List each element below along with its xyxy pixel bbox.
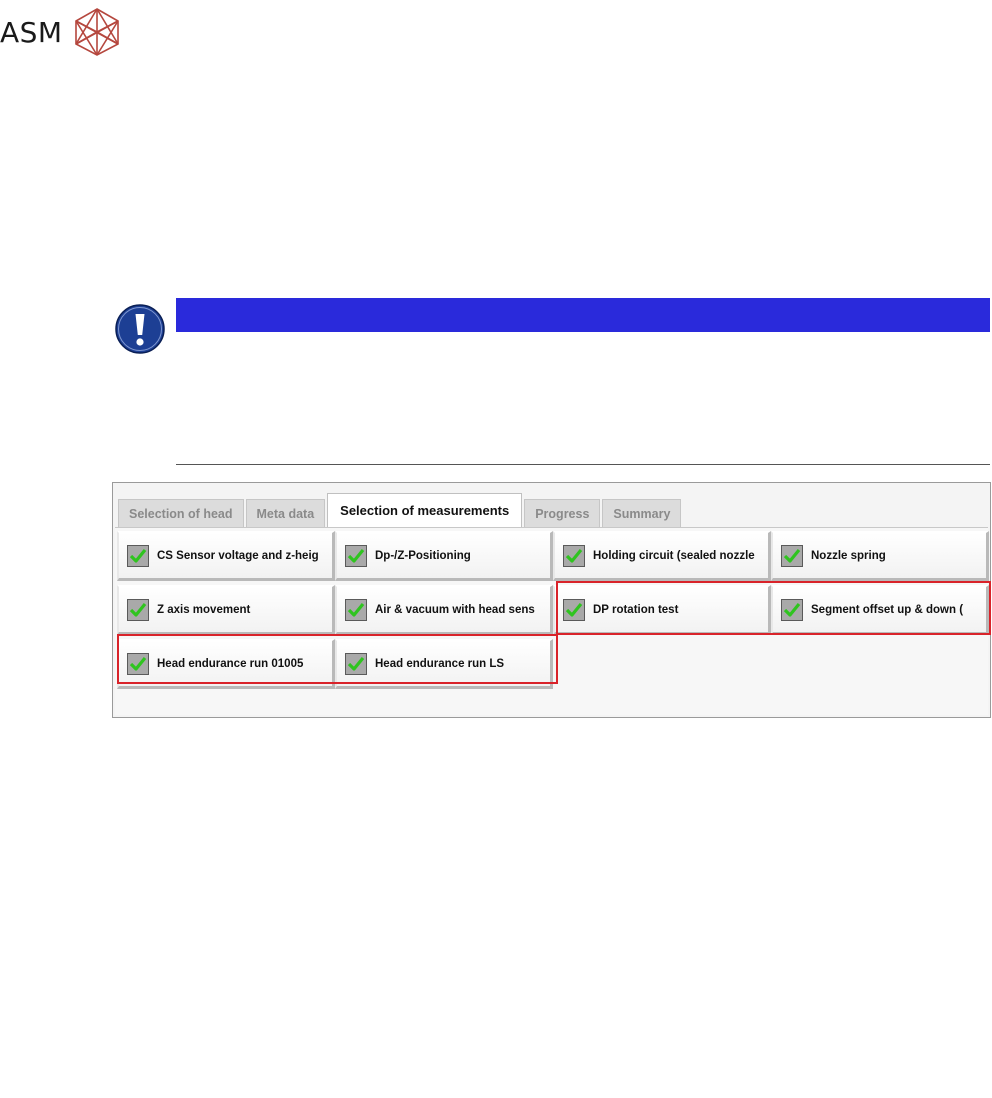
measurement-air-vacuum[interactable]: Air & vacuum with head sens bbox=[335, 585, 553, 635]
measurement-nozzle-spring[interactable]: Nozzle spring bbox=[771, 531, 989, 581]
tab-selection-of-measurements[interactable]: Selection of measurements bbox=[327, 493, 523, 527]
measurement-holding-circuit[interactable]: Holding circuit (sealed nozzle bbox=[553, 531, 771, 581]
notice-divider bbox=[176, 464, 990, 465]
measurement-dp-rotation-test[interactable]: DP rotation test bbox=[553, 585, 771, 635]
measurement-label: Nozzle spring bbox=[811, 549, 886, 562]
exclamation-icon bbox=[115, 304, 165, 354]
checkbox-checked-icon[interactable] bbox=[127, 544, 149, 567]
tab-bar: Selection of head Meta data Selection of… bbox=[118, 493, 683, 527]
checkbox-checked-icon[interactable] bbox=[345, 544, 367, 567]
measurement-label: Z axis movement bbox=[157, 603, 251, 616]
tab-selection-of-head[interactable]: Selection of head bbox=[118, 499, 244, 527]
checkbox-checked-icon[interactable] bbox=[563, 598, 585, 621]
checkbox-checked-icon[interactable] bbox=[345, 652, 367, 675]
asm-logo: ASM bbox=[0, 6, 121, 58]
measurement-label: Holding circuit (sealed nozzle bbox=[593, 549, 755, 562]
measurements-grid: CS Sensor voltage and z-heig Dp-/Z-Posit… bbox=[117, 529, 989, 691]
checkbox-checked-icon[interactable] bbox=[127, 652, 149, 675]
measurement-label: Head endurance run LS bbox=[375, 657, 505, 670]
measurement-label: DP rotation test bbox=[593, 603, 679, 616]
measurement-segment-offset[interactable]: Segment offset up & down ( bbox=[771, 585, 989, 635]
logo-text: ASM bbox=[0, 15, 63, 49]
tab-meta-data[interactable]: Meta data bbox=[245, 499, 326, 527]
notice-bar bbox=[176, 298, 990, 332]
measurement-label: CS Sensor voltage and z-heig bbox=[157, 549, 319, 562]
tab-summary[interactable]: Summary bbox=[602, 499, 682, 527]
measurement-dp-z-positioning[interactable]: Dp-/Z-Positioning bbox=[335, 531, 553, 581]
measurement-label: Head endurance run 01005 bbox=[157, 657, 304, 670]
checkbox-checked-icon[interactable] bbox=[781, 598, 803, 621]
checkbox-checked-icon[interactable] bbox=[563, 544, 585, 567]
tab-progress[interactable]: Progress bbox=[524, 499, 601, 527]
measurement-label: Air & vacuum with head sens bbox=[375, 603, 535, 616]
checkbox-checked-icon[interactable] bbox=[127, 598, 149, 621]
measurement-head-endurance-ls[interactable]: Head endurance run LS bbox=[335, 639, 553, 689]
checkbox-checked-icon[interactable] bbox=[781, 544, 803, 567]
measurement-head-endurance-01005[interactable]: Head endurance run 01005 bbox=[117, 639, 335, 689]
measurement-label: Dp-/Z-Positioning bbox=[375, 549, 471, 562]
checkbox-checked-icon[interactable] bbox=[345, 598, 367, 621]
measurement-label: Segment offset up & down ( bbox=[811, 603, 964, 616]
measurements-panel: CS Sensor voltage and z-heig Dp-/Z-Posit… bbox=[115, 527, 989, 715]
asm-crystal-icon bbox=[74, 8, 119, 56]
measurement-z-axis-movement[interactable]: Z axis movement bbox=[117, 585, 335, 635]
measurement-selection-screenshot: Selection of head Meta data Selection of… bbox=[112, 482, 991, 718]
measurement-cs-sensor-voltage[interactable]: CS Sensor voltage and z-heig bbox=[117, 531, 335, 581]
